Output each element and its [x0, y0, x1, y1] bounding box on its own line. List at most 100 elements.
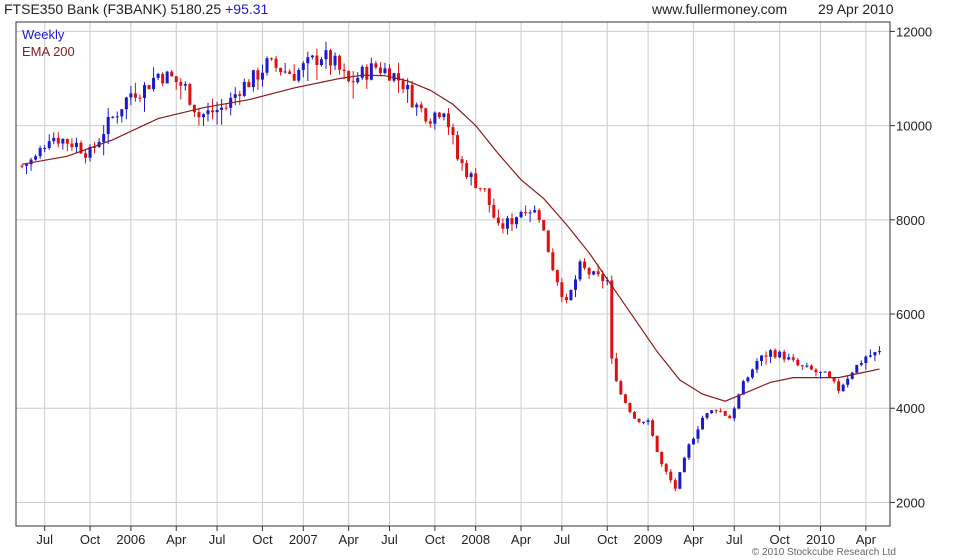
x-tick-label: Apr: [339, 532, 360, 547]
candle-body: [660, 451, 664, 465]
candle-body: [773, 350, 777, 358]
candle-body: [315, 55, 319, 66]
candle-body: [655, 435, 659, 452]
candle-body: [705, 413, 709, 418]
candle-body: [614, 358, 618, 382]
legend-ema-200: EMA 200: [22, 44, 75, 59]
x-tick-label: 2009: [634, 532, 663, 547]
x-tick-label: Apr: [166, 532, 187, 547]
x-axis: Jul Oct 2006 Apr Jul Oct 2007 Apr Jul Oct 2008 Apr J…: [36, 526, 877, 547]
candle-body: [755, 361, 759, 370]
candle-body: [260, 72, 264, 80]
candle-body: [587, 268, 591, 275]
candle-body: [769, 350, 773, 357]
y-axis: 2000 4000 6000 8000 10000 12000: [890, 24, 932, 510]
candle-body: [270, 58, 274, 60]
candle-body: [855, 364, 859, 373]
candle-body: [805, 365, 809, 367]
x-tick-label: Jul: [381, 532, 398, 547]
candlestick-chart: 2000 4000 6000 8000 10000 12000 Jul Oct 2006 Apr…: [15, 21, 932, 558]
candle-body: [446, 113, 450, 128]
candle-body: [664, 464, 668, 472]
candle-body: [170, 71, 174, 77]
candle-body: [741, 381, 745, 395]
candle-body: [746, 377, 750, 382]
candle-body: [211, 110, 215, 113]
candle-body: [428, 121, 432, 124]
candle-body: [179, 82, 183, 86]
x-tick-label: Apr: [683, 532, 704, 547]
candle-body: [596, 271, 600, 275]
candle-body: [338, 55, 342, 70]
candle-body: [56, 137, 60, 144]
candle-body: [283, 71, 287, 73]
candle-body: [569, 289, 573, 301]
candle-body: [369, 63, 373, 80]
candle-body: [288, 71, 292, 74]
candle-body: [483, 188, 487, 190]
candle-body: [451, 127, 455, 136]
candle-body: [610, 280, 614, 359]
candle-body: [510, 218, 514, 225]
candle-body: [750, 369, 754, 378]
candle-body: [474, 173, 478, 188]
y-tick-label: 4000: [896, 401, 925, 416]
candle-body: [678, 472, 682, 489]
candle-body: [592, 271, 596, 275]
candle-body: [242, 81, 246, 96]
candle-body: [38, 148, 42, 157]
candle-body: [651, 420, 655, 436]
candle-body: [691, 438, 695, 445]
candle-body: [70, 143, 74, 148]
candle-body: [197, 112, 201, 118]
candle-body: [324, 50, 328, 60]
candle-body: [142, 85, 146, 98]
candle-body: [342, 69, 346, 72]
candle-body: [310, 55, 314, 58]
candle-body: [673, 480, 677, 489]
x-tick-label: Jul: [554, 532, 571, 547]
candle-body: [823, 371, 827, 373]
candle-body: [564, 297, 568, 301]
x-tick-label: Oct: [425, 532, 446, 547]
candle-body: [152, 77, 156, 90]
candle-body: [519, 212, 523, 218]
x-tick-label: Oct: [770, 532, 791, 547]
candle-body: [642, 421, 646, 423]
x-tick-label: Jul: [36, 532, 53, 547]
plot-frame: [15, 21, 891, 527]
candle-body: [206, 110, 210, 115]
y-tick-label: 2000: [896, 495, 925, 510]
candle-body: [84, 153, 88, 158]
candle-body: [868, 355, 872, 357]
candle-body: [351, 81, 355, 83]
candle-body: [859, 363, 863, 365]
candle-body: [424, 108, 428, 122]
candle-body: [29, 159, 33, 165]
candle-body: [800, 365, 804, 367]
candle-body: [156, 73, 160, 78]
candle-body: [701, 417, 705, 430]
x-tick-label: 2008: [461, 532, 490, 547]
candle-body: [133, 93, 137, 98]
candle-body: [147, 85, 151, 90]
candle-body: [515, 217, 519, 225]
candle-body: [25, 164, 29, 166]
candle-body: [737, 394, 741, 409]
candle-body: [501, 223, 505, 229]
candle-body: [192, 104, 196, 113]
candle-body: [719, 410, 723, 412]
candle-body: [161, 73, 165, 84]
candle-body: [279, 67, 283, 73]
candle-body: [356, 77, 360, 83]
candle-body: [542, 220, 546, 231]
x-tick-label: Jul: [209, 532, 226, 547]
candle-body: [124, 97, 128, 110]
candle-body: [378, 67, 382, 74]
candle-body: [782, 351, 786, 360]
candle-body: [837, 381, 841, 391]
candle-body: [460, 159, 464, 164]
candle-body: [43, 148, 47, 150]
candle-body: [47, 141, 51, 149]
x-tick-label: 2010: [806, 532, 835, 547]
